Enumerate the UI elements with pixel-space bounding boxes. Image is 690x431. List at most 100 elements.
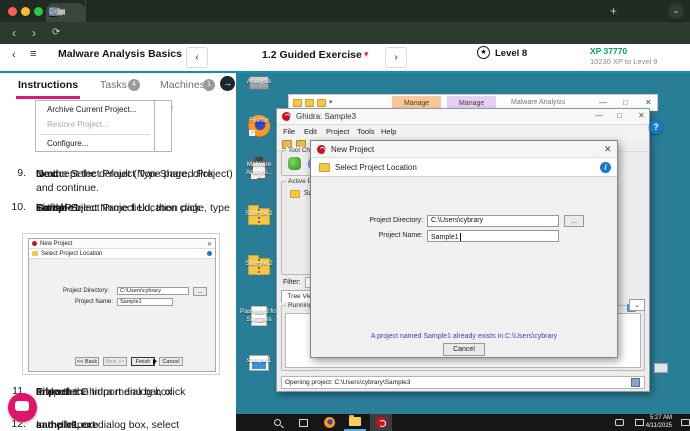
tab-instructions[interactable]: Instructions xyxy=(18,79,78,91)
forward-icon[interactable]: › xyxy=(32,25,36,41)
screenshot-menu-gutter xyxy=(155,100,172,152)
menu-project[interactable]: Project xyxy=(326,127,349,136)
folder-icon xyxy=(317,99,326,107)
macos-minimize-button[interactable] xyxy=(21,7,30,16)
screenshot-dialog-window: New Project ✕ Select Project Location Pr… xyxy=(28,238,216,372)
instruction-step: 11. From the Ghidra menu bar, click File… xyxy=(6,385,234,419)
taskbar-explorer-icon[interactable] xyxy=(344,414,366,431)
ghidra-menubar: File Edit Project Tools Help xyxy=(277,125,649,138)
tab-close-icon[interactable]: ✕ xyxy=(49,7,56,16)
desktop-icon-analysis[interactable]: Analysis xyxy=(236,76,282,90)
taskbar-firefox-icon[interactable] xyxy=(318,414,340,431)
browser-toolbar: ‹ › ⟳ app.cybrary.it/immersive/18613104/… xyxy=(0,22,690,44)
screenshot-menu-item: Archive Current Project... xyxy=(47,105,136,114)
xp-label: XP 37770 xyxy=(590,46,627,56)
folder-check-icon xyxy=(305,99,314,107)
close-icon[interactable]: ✕ xyxy=(604,144,612,155)
screen: MCyb✕ cDash✕ Mzoho✕ CJobs✕ WHom✕ Sear✕ B… xyxy=(0,0,690,431)
project-directory-label: Project Directory: xyxy=(351,217,423,224)
green-dragon-tool-icon[interactable] xyxy=(288,157,301,170)
reload-icon[interactable]: ⟳ xyxy=(52,25,60,41)
taskbar-ghidra-icon[interactable] xyxy=(370,414,392,431)
maximize-icon[interactable]: □ xyxy=(617,111,622,120)
info-icon[interactable]: i xyxy=(600,162,611,173)
tabs-scroll-right-button[interactable]: → xyxy=(220,76,235,91)
start-button[interactable] xyxy=(240,414,262,431)
lesson-title[interactable]: 1.2 Guided Exercise xyxy=(262,49,362,61)
explorer-window-title: Malware Analysis xyxy=(511,99,565,106)
memory-monitor-icon[interactable] xyxy=(631,378,640,387)
level-label: Level 8 xyxy=(495,48,527,59)
tray-chat-icon[interactable] xyxy=(608,414,630,431)
tab-search-chevron-icon[interactable]: ⌄ xyxy=(668,3,684,19)
windows-taskbar: 5:27 AM 4/11/2025 xyxy=(236,414,690,431)
ghidra-dragon-icon xyxy=(282,112,291,121)
project-directory-input[interactable]: C:\Users\cybrary xyxy=(427,215,559,227)
shortcut-arrow-icon: ↗ xyxy=(249,130,255,136)
dialog-header-label: Select Project Location xyxy=(335,163,417,172)
project-name-label: Project Name: xyxy=(351,232,423,239)
ghidra-titlebar[interactable]: Ghidra: Sample3 — □ ✕ xyxy=(277,109,649,125)
clock-time: 5:27 AM xyxy=(630,415,672,423)
machines-count-badge: 1 xyxy=(203,79,215,91)
hamburger-menu-icon[interactable]: ≡ xyxy=(30,48,37,60)
back-icon[interactable]: ‹ xyxy=(12,25,16,41)
folder-icon xyxy=(319,163,330,172)
combo-dropdown[interactable]: ⌄ xyxy=(629,299,645,311)
project-name-input[interactable]: Sample1 xyxy=(427,230,559,242)
tab-machines[interactable]: Machines xyxy=(160,79,205,91)
tab-tasks[interactable]: Tasks xyxy=(100,79,127,91)
qat-chevron-icon[interactable]: ▾ xyxy=(329,98,333,106)
browse-button[interactable]: ... xyxy=(564,215,584,227)
new-tab-button[interactable]: + xyxy=(610,4,617,18)
cancel-button[interactable]: Cancel xyxy=(443,343,485,356)
screenshot-cancel-button: Cancel xyxy=(159,357,183,366)
menu-edit[interactable]: Edit xyxy=(304,127,317,136)
maximize-icon[interactable]: □ xyxy=(623,98,628,107)
task-view-icon[interactable] xyxy=(292,414,314,431)
screenshot-new-project-dialog: New Project ✕ Select Project Location Pr… xyxy=(22,233,220,375)
screenshot-next-button: Next >> xyxy=(103,357,127,366)
header-back-icon[interactable]: ‹ xyxy=(12,49,16,61)
course-title: Malware Analysis Basics xyxy=(58,48,182,60)
next-lesson-button[interactable]: › xyxy=(385,47,407,68)
project-folder-icon[interactable] xyxy=(290,190,300,198)
close-icon[interactable]: ✕ xyxy=(638,111,645,120)
screenshot-menu-item: Restore Project... xyxy=(47,120,109,129)
instruction-step: 12. In the Import dialog box, select sam… xyxy=(6,418,234,431)
prev-lesson-button[interactable]: ‹ xyxy=(186,47,208,68)
dialog-title: New Project xyxy=(331,145,374,154)
browser-tab[interactable]: Des✕ xyxy=(46,0,86,22)
screenshot-name-label: Project Name: xyxy=(75,299,113,305)
minimize-icon[interactable]: — xyxy=(595,111,603,120)
macos-zoom-button[interactable] xyxy=(34,7,43,16)
info-icon xyxy=(207,251,212,256)
active-tab-underline xyxy=(16,96,80,99)
close-icon[interactable]: ✕ xyxy=(645,98,652,107)
text-caret xyxy=(460,233,461,241)
ghidra-status-bar: Opening project: C:\Users\cybrary\Sample… xyxy=(281,376,645,389)
ghidra-window-title: Ghidra: Sample3 xyxy=(296,112,356,121)
screenshot-project-menu: Archive Current Project... Restore Proje… xyxy=(35,100,155,152)
level-star-icon: ★ xyxy=(477,46,490,59)
notification-center-icon[interactable] xyxy=(674,414,690,431)
screenshot-name-field: Sample1 xyxy=(117,298,173,306)
tab-list: MCyb✕ cDash✕ Mzoho✕ CJobs✕ WHom✕ Sear✕ B… xyxy=(46,0,606,22)
minimize-icon[interactable]: — xyxy=(599,98,607,107)
taskbar-clock[interactable]: 5:27 AM 4/11/2025 xyxy=(630,415,672,430)
chat-widget-button[interactable] xyxy=(8,393,37,422)
screenshot-dialog-header: Select Project Location xyxy=(29,249,215,259)
vm-help-button[interactable]: ? xyxy=(649,120,663,134)
menu-tools[interactable]: Tools xyxy=(357,127,375,136)
dialog-titlebar[interactable]: New Project ✕ xyxy=(311,141,617,158)
ghidra-dragon-icon xyxy=(32,241,37,246)
taskbar-search-icon[interactable] xyxy=(266,414,288,431)
chat-bubble-icon xyxy=(15,401,29,411)
menu-help[interactable]: Help xyxy=(381,127,396,136)
menu-file[interactable]: File xyxy=(283,127,295,136)
macos-close-button[interactable] xyxy=(8,7,17,16)
dialog-header: Select Project Location i xyxy=(311,158,617,177)
lesson-chevron-down-icon[interactable]: ▾ xyxy=(364,49,369,60)
screenshot-menu-item: Configure... xyxy=(47,139,88,148)
close-icon: ✕ xyxy=(207,241,212,248)
